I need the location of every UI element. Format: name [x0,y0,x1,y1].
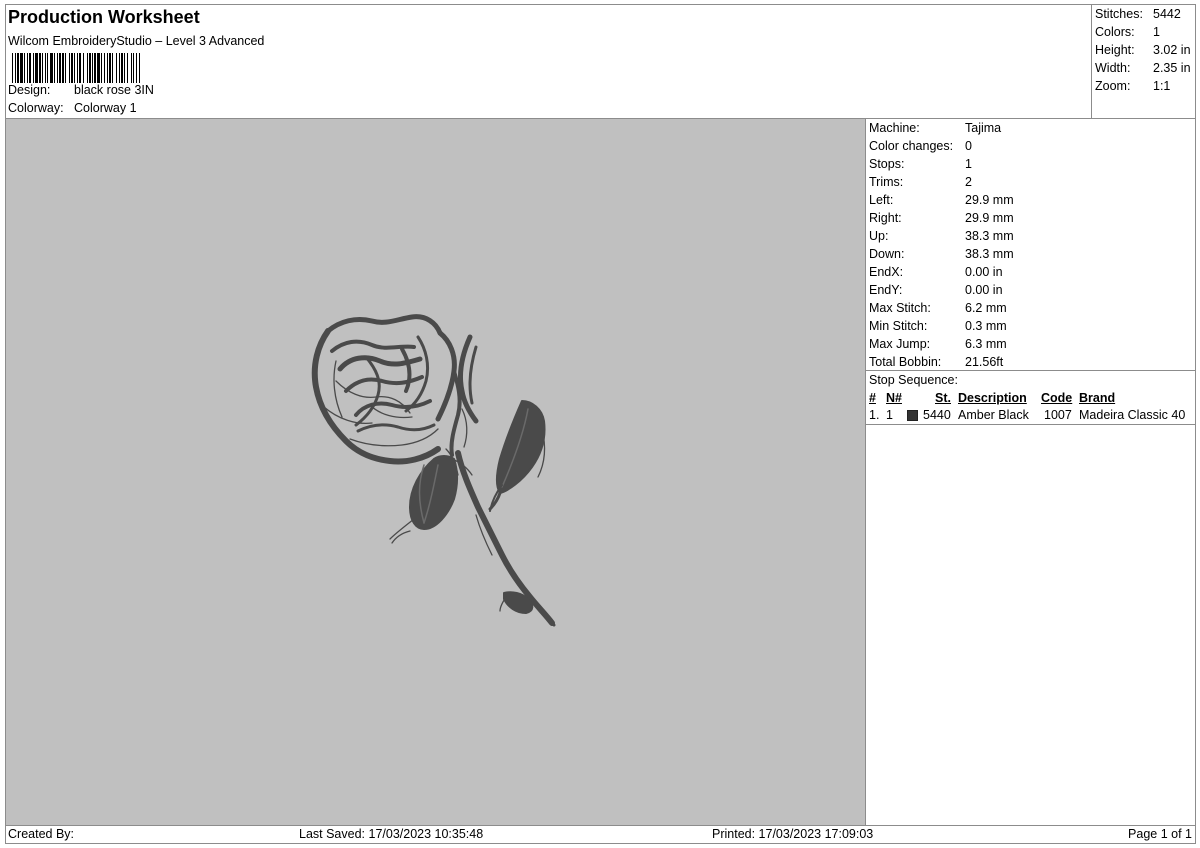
machine-info-row: Trims: 2 [869,173,1194,191]
machine-info-label: Total Bobbin: [869,355,942,369]
machine-info-label: Color changes: [869,139,954,153]
stat-row: Zoom: 1:1 [1095,78,1195,96]
footer-last-saved: Last Saved: 17/03/2023 10:35:48 [299,827,484,841]
machine-info-value: 38.3 mm [965,247,1014,261]
stat-row: Stitches: 5442 [1095,6,1195,24]
stop-needle: 1 [886,408,893,422]
stat-label: Stitches: [1095,7,1143,21]
col-needle-header: N# [886,391,902,405]
colorway-value: Colorway 1 [74,101,137,115]
machine-info-value: 29.9 mm [965,193,1014,207]
machine-info-row: Max Jump: 6.3 mm [869,335,1194,353]
machine-info-value: 0 [965,139,972,153]
stat-label: Colors: [1095,25,1135,39]
machine-info: Machine: Tajima Color changes: 0 Stops: 1 T… [869,119,1194,371]
col-description-header: Description [958,391,1027,405]
design-label: Design: [8,83,51,97]
divider [1091,4,1092,119]
machine-info-value: 38.3 mm [965,229,1014,243]
divider [866,424,1196,425]
design-barcode [12,53,244,83]
machine-info-label: Stops: [869,157,905,171]
machine-info-label: Up: [869,229,889,243]
footer-page-number: Page 1 of 1 [1128,827,1192,841]
rose-embroidery-image [311,314,556,627]
page-title: Production Worksheet [8,7,200,27]
machine-info-value: 2 [965,175,972,189]
divider [866,370,1196,371]
footer-printed: Printed: 17/03/2023 17:09:03 [712,827,874,841]
machine-info-value: Tajima [965,121,1002,135]
machine-info-value: 29.9 mm [965,211,1014,225]
machine-info-label: Max Jump: [869,337,931,351]
machine-info-label: Right: [869,211,902,225]
machine-info-label: Down: [869,247,905,261]
thread-color-swatch [907,410,918,421]
machine-info-row: Machine: Tajima [869,119,1194,137]
col-code-header: Code [1041,391,1073,405]
stat-row: Colors: 1 [1095,24,1195,42]
stat-label: Width: [1095,61,1131,75]
stop-description: Amber Black [958,408,1029,422]
divider [5,825,1196,826]
machine-info-value: 0.3 mm [965,319,1007,333]
stop-stitches: 5440 [923,408,951,422]
stat-label: Zoom: [1095,79,1131,93]
machine-info-label: EndX: [869,265,904,279]
machine-info-row: Right: 29.9 mm [869,209,1194,227]
machine-info-label: Min Stitch: [869,319,928,333]
machine-info-row: Down: 38.3 mm [869,245,1194,263]
machine-info-row: Stops: 1 [869,155,1194,173]
machine-info-label: EndY: [869,283,903,297]
design-row: Design: black rose 3IN [8,82,154,98]
stat-value: 1 [1153,25,1160,39]
machine-info-row: Up: 38.3 mm [869,227,1194,245]
stat-row: Width: 2.35 in [1095,60,1195,78]
machine-info-row: Total Bobbin: 21.56ft [869,353,1194,371]
design-preview [6,119,865,825]
worksheet-header: Production Worksheet Wilcom EmbroiderySt… [8,6,1088,118]
barcode-bar [140,53,141,83]
stat-value: 3.02 in [1153,43,1191,57]
machine-info-row: Left: 29.9 mm [869,191,1194,209]
stat-value: 2.35 in [1153,61,1191,75]
design-value: black rose 3IN [74,83,154,97]
machine-info-value: 6.3 mm [965,337,1007,351]
machine-info-row: EndX: 0.00 in [869,263,1194,281]
design-stats: Stitches: 5442 Colors: 1 Height: 3.02 in Wi… [1095,6,1195,96]
machine-info-row: Color changes: 0 [869,137,1194,155]
colorway-row: Colorway: Colorway 1 [8,100,137,116]
col-brand-header: Brand [1079,391,1116,405]
stat-value: 1:1 [1153,79,1171,93]
machine-info-label: Max Stitch: [869,301,931,315]
machine-info-row: EndY: 0.00 in [869,281,1194,299]
machine-info-row: Max Stitch: 6.2 mm [869,299,1194,317]
colorway-label: Colorway: [8,101,64,115]
stop-index: 1. [869,408,880,422]
stop-brand: Madeira Classic 40 [1079,408,1186,422]
footer-created-by: Created By: [8,827,75,841]
machine-info-row: Min Stitch: 0.3 mm [869,317,1194,335]
stop-code: 1007 [1044,408,1072,422]
stat-value: 5442 [1153,7,1181,21]
stop-sequence-title: Stop Sequence: [869,373,958,387]
divider [865,119,866,826]
col-stitches-header: St. [935,391,951,405]
machine-info-value: 0.00 in [965,283,1003,297]
stat-row: Height: 3.02 in [1095,42,1195,60]
machine-info-value: 6.2 mm [965,301,1007,315]
col-index-header: # [869,391,876,405]
machine-info-value: 21.56ft [965,355,1004,369]
software-name: Wilcom EmbroideryStudio – Level 3 Advanc… [8,34,265,48]
machine-info-value: 1 [965,157,972,171]
machine-info-label: Trims: [869,175,904,189]
machine-info-value: 0.00 in [965,265,1003,279]
machine-info-label: Left: [869,193,894,207]
stat-label: Height: [1095,43,1135,57]
machine-info-label: Machine: [869,121,920,135]
